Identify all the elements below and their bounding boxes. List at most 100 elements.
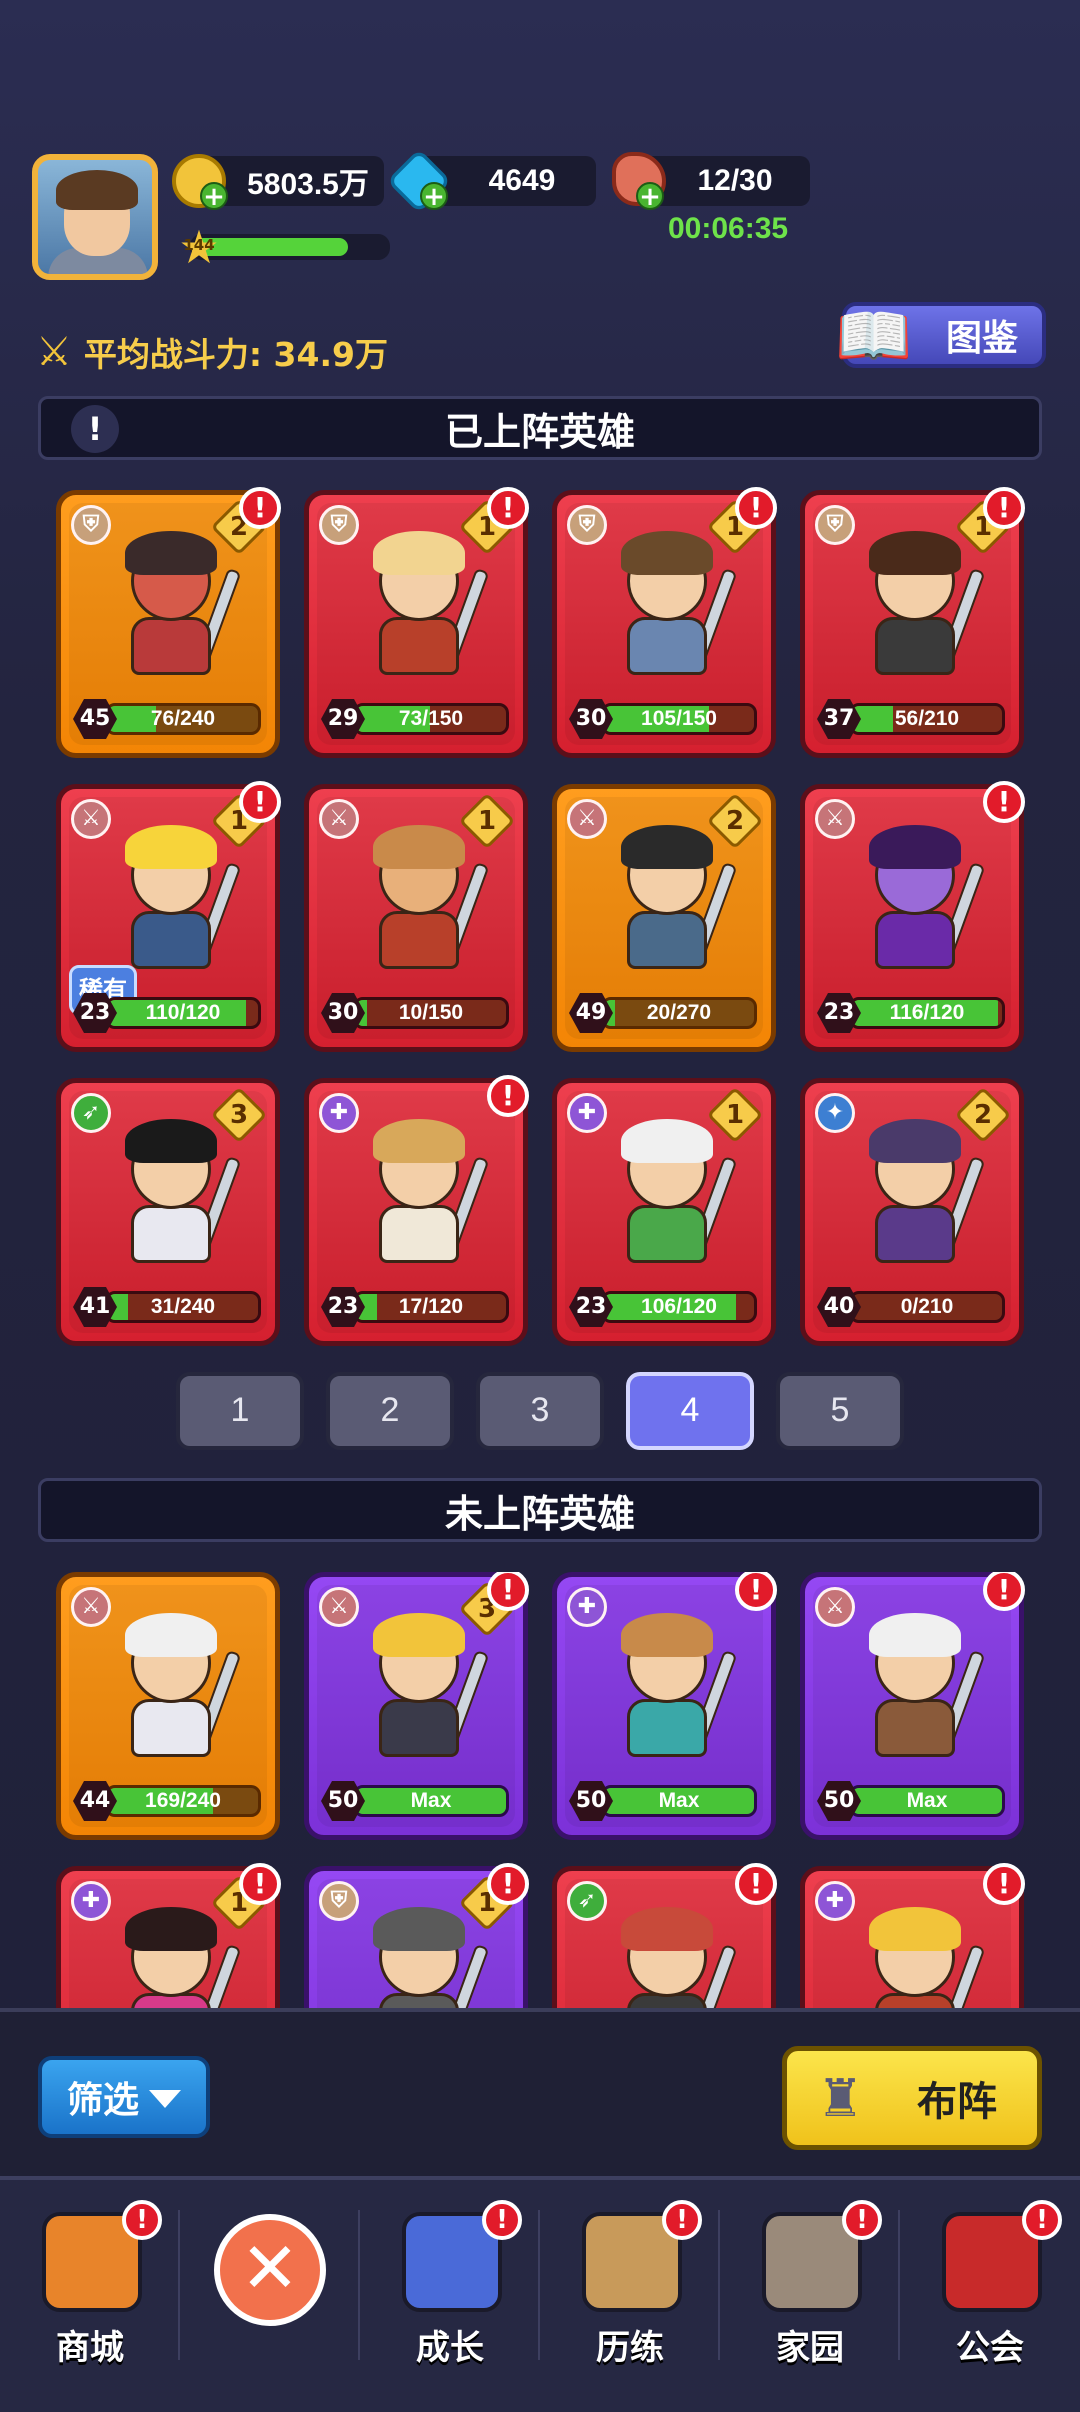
hero-card[interactable]: ✦ 2 40 0/210 (800, 1078, 1024, 1346)
hero-card[interactable]: ✚! 50 Max (552, 1572, 777, 1840)
hero-body (627, 911, 707, 969)
action-bar: 筛选 ♜ 布阵 (0, 2008, 1080, 2176)
nav-item-scroll[interactable]: ! 历练 (550, 2200, 710, 2370)
shard-progress-text: Max (410, 1789, 452, 1812)
undeployed-heroes-title: 未上阵英雄 (444, 1491, 635, 1536)
hero-card[interactable]: ⛨ 1! (304, 1863, 529, 2008)
hero-card[interactable]: ⛨ 1! 30 105/150 (552, 487, 777, 758)
alert-badge-icon: ! (983, 1863, 1025, 1905)
hero-hair (125, 1907, 217, 1951)
hero-body (627, 1699, 707, 1757)
alert-badge-icon: ! (983, 487, 1025, 529)
nav-divider (718, 2210, 720, 2360)
shard-progress-text: 76/240 (150, 707, 216, 730)
hero-body (875, 911, 955, 969)
deployed-heroes-header: ! 已上阵英雄 (38, 396, 1042, 460)
hero-portrait (349, 531, 490, 681)
nav-label: 商城 (56, 2328, 124, 2368)
hero-card[interactable]: ⚔ 2 49 20/270 (552, 784, 776, 1052)
codex-button[interactable]: 📖 图鉴 (835, 299, 1046, 372)
hero-card[interactable]: ⚔! 23 116/120 (800, 781, 1025, 1052)
hero-card[interactable]: ⛨ 1! 29 73/150 (304, 487, 529, 758)
hero-hair (125, 1119, 217, 1163)
hero-hair (125, 825, 217, 869)
hero-portrait (845, 1613, 986, 1763)
filter-label: 筛选 (66, 2080, 139, 2121)
hero-body (379, 1699, 459, 1757)
nav-label: 成长 (416, 2328, 484, 2368)
alert-badge-icon: ! (239, 487, 281, 529)
hero-portrait (349, 825, 490, 975)
top-bar: ★ 144 5803.5万 + 4649 + 12/30 + 00:06:35 (0, 140, 1080, 290)
undeployed-hero-grid: ⚔ 44 169/240 ⚔ 3! 50 Max ✚! 50 Max ⚔! 50 Max ✚ 1! ⛨ 1! ➶!… (0, 1572, 1080, 2008)
alert-badge-icon: ! (735, 487, 777, 529)
hero-hair (373, 1613, 465, 1657)
hero-card[interactable]: ⚔ 44 169/240 (56, 1572, 280, 1840)
hero-portrait (349, 1119, 490, 1269)
add-gold-button[interactable]: + (200, 182, 228, 210)
nav-divider (898, 2210, 900, 2360)
hero-hair (869, 531, 961, 575)
hero-portrait (101, 1613, 242, 1763)
hero-card[interactable]: ✚ 1 23 106/120 (552, 1078, 776, 1346)
formation-icon: ♜ (817, 2069, 864, 2129)
page-button-5[interactable]: 5 (776, 1372, 904, 1450)
avatar-hair (56, 170, 138, 210)
alert-badge-icon: ! (487, 1075, 529, 1117)
shard-progress-bar: Max (849, 1785, 1005, 1817)
shard-progress-text: Max (658, 1789, 700, 1812)
hero-body (627, 617, 707, 675)
hero-portrait (349, 1907, 490, 2008)
page-button-4[interactable]: 4 (626, 1372, 754, 1450)
nav-item-shop[interactable]: ! 商城 (10, 2200, 170, 2370)
shard-progress-bar: 73/150 (353, 703, 509, 735)
hero-portrait (597, 825, 738, 975)
hero-hair (869, 1119, 961, 1163)
alert-badge-icon: ! (735, 1863, 777, 1905)
hero-body (875, 1699, 955, 1757)
shard-progress-text: 17/120 (398, 1295, 464, 1318)
filter-button[interactable]: 筛选 (38, 2056, 210, 2138)
hero-card[interactable]: ➶ 3 41 31/240 (56, 1078, 280, 1346)
hero-card[interactable]: ⚔ 1 30 10/150 (304, 784, 528, 1052)
add-stamina-button[interactable]: + (636, 182, 664, 210)
average-power: ⚔ 平均战斗力: 34.9万 (36, 328, 388, 376)
page-button-3[interactable]: 3 (476, 1372, 604, 1450)
alert-badge-icon: ! (983, 1572, 1025, 1611)
shard-progress-text: 105/150 (641, 707, 717, 730)
add-gems-button[interactable]: + (420, 182, 448, 210)
hero-card[interactable]: ⚔ 3! 50 Max (304, 1572, 529, 1840)
hero-card[interactable]: ⚔! 50 Max (800, 1572, 1025, 1840)
shard-progress-bar: 106/120 (601, 1291, 757, 1323)
hero-card[interactable]: ✚! (800, 1863, 1025, 2008)
alert-badge-icon: ! (487, 1572, 529, 1611)
bottom-nav: ! 商城 ! 成长! 历练! 家园! 公会 (0, 2176, 1080, 2412)
hero-portrait (101, 825, 242, 975)
nav-item-castle[interactable]: ! 家园 (730, 2200, 890, 2370)
hero-card[interactable]: ✚ 1! (56, 1863, 281, 2008)
hero-portrait (845, 1119, 986, 1269)
hero-portrait (597, 1907, 738, 2008)
formation-button[interactable]: ♜ 布阵 (782, 2046, 1042, 2150)
hero-body (131, 1205, 211, 1263)
nav-item-growth[interactable]: ! 成长 (370, 2200, 530, 2370)
shard-progress-bar: 76/240 (105, 703, 261, 735)
hero-hair (373, 825, 465, 869)
hero-card[interactable]: ➶! (552, 1863, 777, 2008)
shard-progress-bar: 0/210 (849, 1291, 1005, 1323)
player-avatar[interactable] (32, 154, 158, 280)
nav-item-guild-shield[interactable]: ! 公会 (910, 2200, 1070, 2370)
hero-card[interactable]: ⚔ 1! 稀有 23 110/120 (56, 781, 281, 1052)
deployed-heroes-title: 已上阵英雄 (444, 409, 635, 454)
hero-hair (869, 825, 961, 869)
hero-card[interactable]: ⛨ 1! 37 56/210 (800, 487, 1025, 758)
formation-label: 布阵 (917, 2079, 997, 2125)
page-button-1[interactable]: 1 (176, 1372, 304, 1450)
hero-body (379, 1205, 459, 1263)
shard-progress-bar: 56/210 (849, 703, 1005, 735)
hero-card[interactable]: ⛨ 2! 45 76/240 (56, 487, 281, 758)
hero-card[interactable]: ✚! 23 17/120 (304, 1075, 529, 1346)
page-button-2[interactable]: 2 (326, 1372, 454, 1450)
info-icon[interactable]: ! (71, 405, 119, 453)
close-icon[interactable]: ✕ (214, 2214, 326, 2326)
